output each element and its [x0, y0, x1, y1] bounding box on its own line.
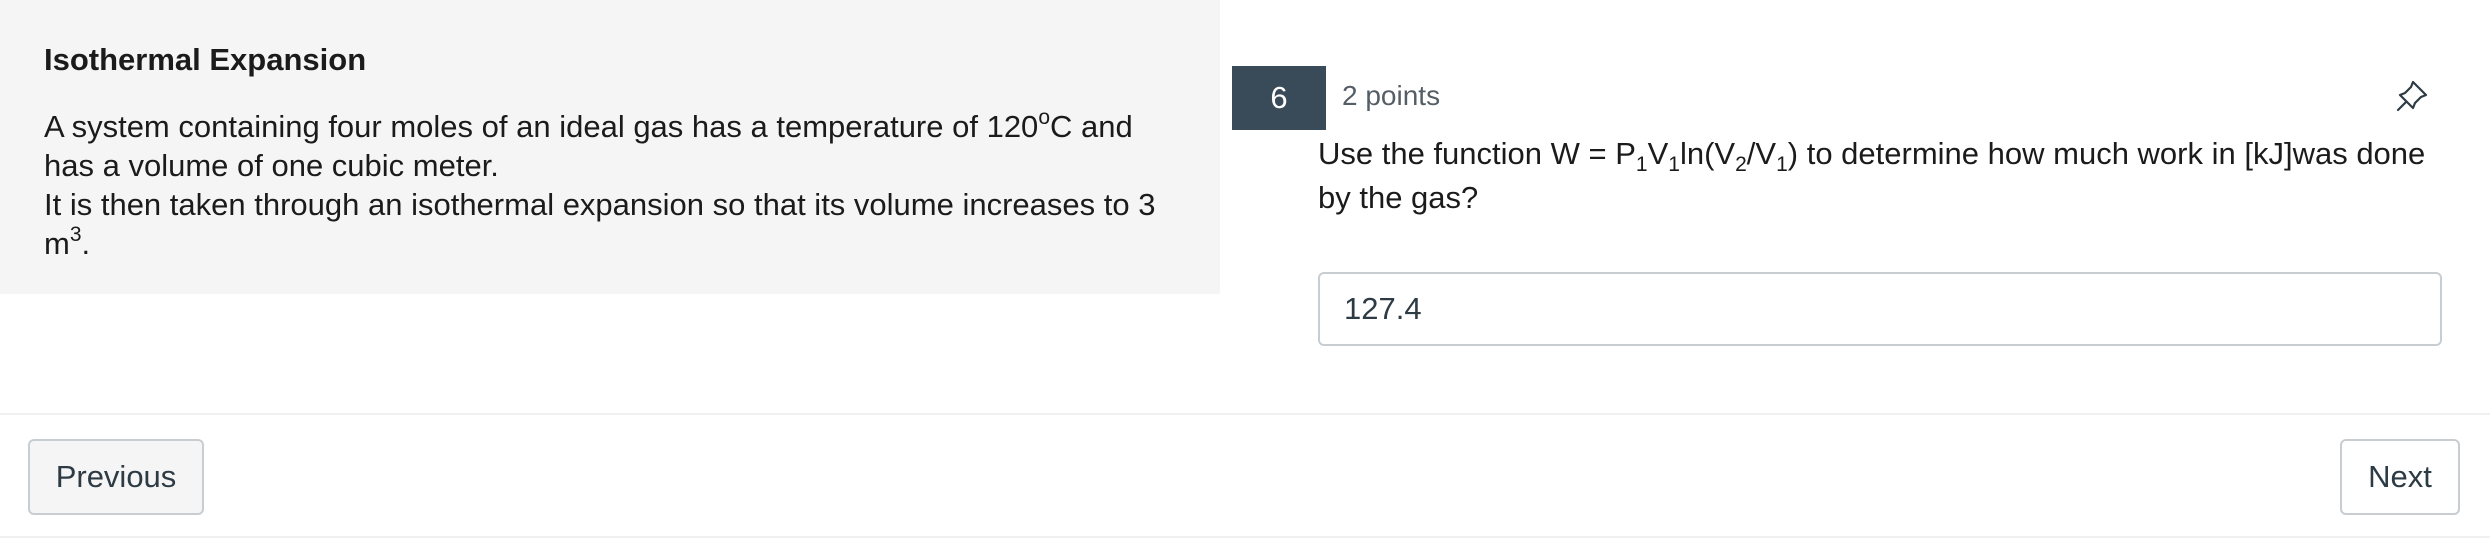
answer-input[interactable] [1318, 272, 2442, 346]
previous-button[interactable]: Previous [28, 439, 204, 515]
next-button[interactable]: Next [2340, 439, 2460, 515]
degree-superscript: o [1038, 106, 1050, 129]
question-prompt: Use the function W = P1V1ln(V2/V1) to de… [1318, 132, 2438, 220]
stimulus-text: A system containing four moles of an ide… [44, 107, 1176, 263]
pin-icon[interactable] [2396, 76, 2432, 116]
stimulus-text-part: m [44, 226, 70, 261]
prompt-text: V [1647, 136, 1669, 171]
stimulus-text-part: A system containing four moles of an ide… [44, 109, 1039, 144]
stimulus-text-part: has a volume of one cubic meter. [44, 148, 499, 183]
prompt-subscript: 1 [1668, 153, 1680, 176]
prompt-text: /V [1746, 136, 1777, 171]
stimulus-text-part: C and [1050, 109, 1133, 144]
stimulus-panel: Isothermal Expansion A system containing… [0, 0, 1220, 294]
footer-divider [0, 413, 2490, 415]
stimulus-text-part: . [81, 226, 91, 261]
bottom-divider [0, 536, 2490, 538]
prompt-text: ln(V [1679, 136, 1736, 171]
prompt-subscript: 1 [1635, 153, 1648, 176]
prompt-subscript: 1 [1776, 153, 1788, 176]
exponent-superscript: 3 [69, 223, 82, 246]
question-points: 2 points [1342, 80, 1441, 111]
prompt-subscript: 2 [1735, 153, 1747, 176]
stimulus-title: Isothermal Expansion [44, 42, 367, 77]
question-number: 6 [1232, 66, 1326, 130]
prompt-text: Use the function W = P [1318, 136, 1636, 171]
stimulus-text-part: It is then taken through an isothermal e… [44, 187, 1156, 222]
